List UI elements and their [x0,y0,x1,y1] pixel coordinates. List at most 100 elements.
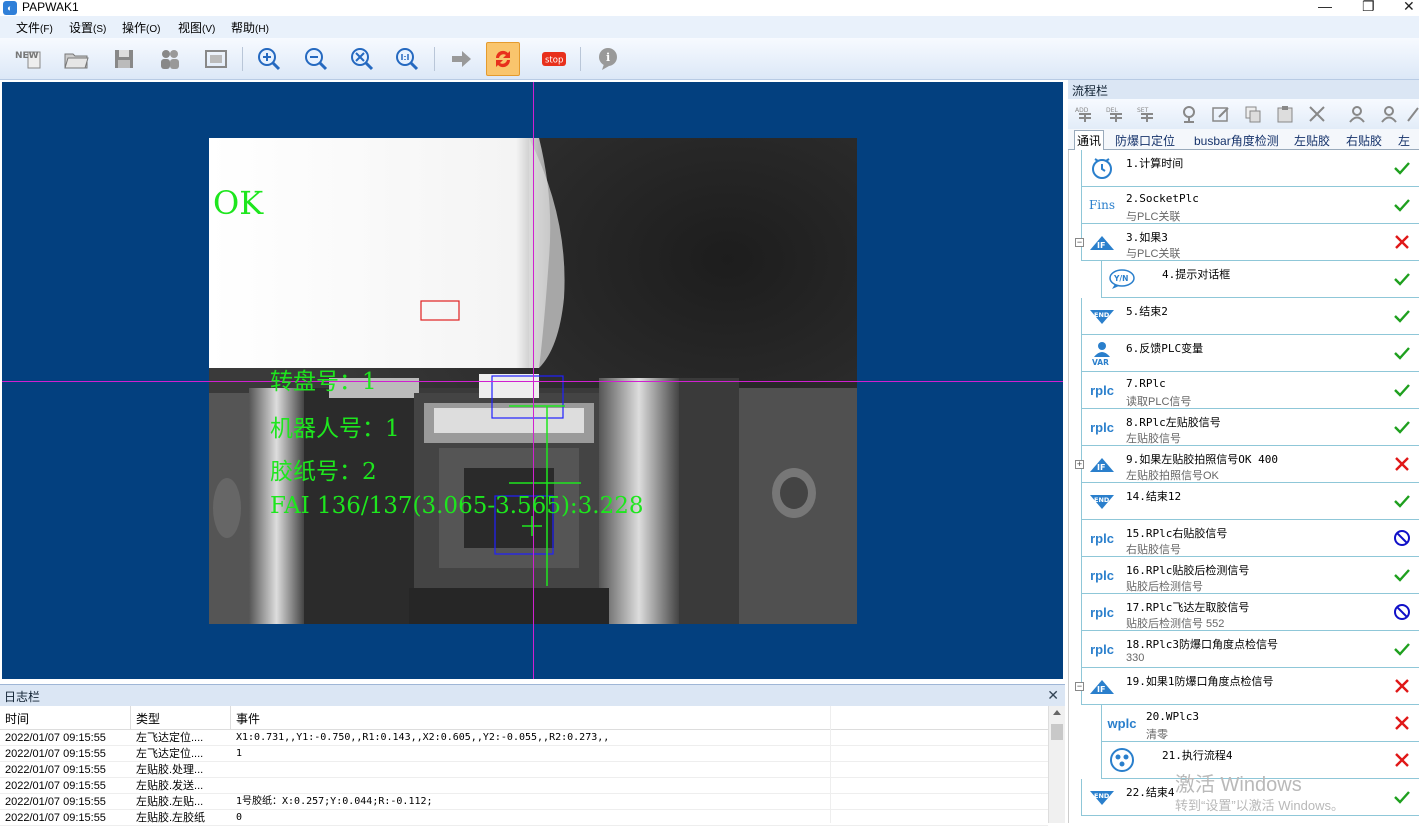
svg-text:IF: IF [1097,685,1105,694]
minimize-icon[interactable]: — [1318,0,1332,14]
screen-button[interactable] [199,42,233,76]
flow-step[interactable]: rplc 15.RPlc右贴胶信号 右贴胶信号 [1081,520,1419,557]
tab-vent-positioning[interactable]: 防爆口定位 [1115,132,1175,149]
flow-step-name: 5.结束2 [1126,305,1168,318]
user-icon [1349,106,1365,123]
zoom-fit-button[interactable] [345,42,379,76]
zoom-out-button[interactable] [299,42,333,76]
tab-busbar-angle[interactable]: busbar角度检测 [1194,132,1279,149]
menu-settings[interactable]: 设置(S) [69,19,106,36]
zoom-actual-button[interactable] [390,42,424,76]
dialog-yn-icon: Y/N [1106,265,1138,293]
flow-step[interactable]: rplc 8.RPlc左贴胶信号 左贴胶信号 [1081,409,1419,446]
menu-operation[interactable]: 操作(O) [122,19,160,36]
flow-step[interactable]: IF 3.如果3 与PLC关联 [1081,224,1419,261]
set-step-button[interactable]: SET [1136,104,1158,124]
log-event: 0 [236,812,243,823]
stop-button[interactable]: stop [537,42,571,76]
log-row[interactable]: 2022/01/07 09:15:55 左飞达定位.... X1:0.731,,Y1… [0,730,1048,746]
tab-right-glue[interactable]: 右贴胶 [1346,132,1382,149]
tab-left-glue[interactable]: 左贴胶 [1294,132,1330,149]
flow-step-name: 9.如果左贴胶拍照信号OK 400 [1126,453,1278,466]
tab-communication[interactable]: 通讯 [1074,130,1105,150]
log-row[interactable]: 2022/01/07 09:15:55 左贴胶.左贴... 1号胶纸：X:0.257… [0,794,1048,810]
tree-expander-icon[interactable]: − [1075,238,1084,247]
add-step-button[interactable]: ADD [1074,104,1096,124]
if-icon: IF [1086,228,1118,256]
edit-button[interactable] [1210,104,1232,124]
delete-step-button[interactable]: DEL [1105,104,1127,124]
log-row[interactable]: 2022/01/07 09:15:55 左飞达定位.... 1 [0,746,1048,762]
flow-step[interactable]: END 14.结束12 [1081,483,1419,520]
flow-step[interactable]: rplc 18.RPlc3防爆口角度点检信号 330 [1081,631,1419,668]
more-tools-button[interactable] [1402,104,1419,124]
flow-step-description: 贴胶后检测信号 552 [1126,618,1225,630]
overlay-tape: 胶纸号：2 [270,459,377,485]
flow-step-name: 2.SocketPlc [1126,192,1199,205]
tab-left-more[interactable]: 左 [1398,132,1419,149]
overlay-fai: FAI 136/137(3.065-3.565):3.228 [270,493,644,519]
flow-step[interactable]: rplc 7.RPlc 读取PLC信号 [1081,372,1419,409]
screen-icon [205,50,227,68]
stop-icon: stop [542,52,566,66]
tree-expander-icon[interactable]: − [1075,682,1084,691]
flow-step[interactable]: Fins 2.SocketPlc 与PLC关联 [1081,187,1419,224]
log-time: 2022/01/07 09:15:55 [5,812,106,824]
tree-expander-icon[interactable]: + [1075,460,1084,469]
log-close-icon[interactable]: ✕ [1047,687,1059,704]
users-button[interactable] [153,42,187,76]
svg-text:END: END [1094,496,1110,504]
info-button[interactable]: i [591,42,625,76]
flow-step[interactable]: rplc 17.RPlc飞达左取胶信号 贴胶后检测信号 552 [1081,594,1419,631]
menu-help[interactable]: 帮助(H) [231,19,269,36]
flow-tabs: 通讯 防爆口定位 busbar角度检测 左贴胶 右贴胶 左 [1068,129,1419,150]
flow-step[interactable]: rplc 16.RPlc贴胶后检测信号 贴胶后检测信号 [1081,557,1419,594]
zoom-in-button[interactable] [252,42,286,76]
open-folder-button[interactable] [60,42,94,76]
flow-step[interactable]: IF 9.如果左贴胶拍照信号OK 400 左贴胶拍照信号OK [1081,446,1419,483]
log-table: 时间 类型 事件 2022/01/07 09:15:55 左飞达定位.... X1:… [0,706,1048,826]
new-file-button[interactable]: NEW [12,42,46,76]
toolbar-separator [580,47,581,71]
save-button[interactable] [107,42,141,76]
cycle-run-button[interactable] [486,42,520,76]
col-event[interactable]: 事件 [236,710,260,727]
log-row[interactable]: 2022/01/07 09:15:55 左贴胶.发送... [0,778,1048,794]
step-icon-text: rplc [1090,530,1114,546]
image-canvas[interactable]: OK 转盘号：1 机器人号：1 胶纸号：2 FAI 136/137(3.065-… [2,82,1063,679]
menu-file[interactable]: 文件(F) [16,19,53,36]
flow-panel-title: 流程栏 [1072,84,1109,98]
run-once-button[interactable] [444,42,478,76]
log-time: 2022/01/07 09:15:55 [5,780,106,792]
flow-step[interactable]: Y/N 4.提示对话框 [1101,261,1419,298]
status-ok-icon [1393,492,1411,510]
flow-step[interactable]: IF 19.如果1防爆口角度点检信号 [1081,668,1419,705]
scroll-up-icon[interactable] [1053,710,1061,715]
scroll-thumb[interactable] [1051,724,1063,740]
svg-text:stop: stop [545,56,563,66]
col-type[interactable]: 类型 [136,710,160,727]
status-ok-icon [1393,418,1411,436]
flow-step-name: 7.RPlc [1126,377,1166,390]
log-time: 2022/01/07 09:15:55 [5,748,106,760]
flow-step[interactable]: END 5.结束2 [1081,298,1419,335]
log-scrollbar[interactable] [1048,706,1065,823]
paste-button[interactable] [1274,104,1296,124]
close-icon[interactable]: ✕ [1403,0,1415,14]
copy-icon [1245,106,1261,123]
menu-view[interactable]: 视图(V) [178,19,215,36]
col-time[interactable]: 时间 [5,710,29,727]
log-row[interactable]: 2022/01/07 09:15:55 左贴胶.左胶纸 0 [0,810,1048,826]
copy-button[interactable] [1242,104,1264,124]
status-ok-icon [1393,270,1411,288]
flow-step[interactable]: 1.计算时间 [1081,150,1419,187]
user-button[interactable] [1346,104,1368,124]
flow-step[interactable]: wplc 20.WPlc3 清零 [1101,705,1419,742]
flow-step[interactable]: VAR 6.反馈PLC变量 [1081,335,1419,372]
network-button[interactable] [1178,104,1200,124]
user-switch-button[interactable] [1378,104,1400,124]
log-row[interactable]: 2022/01/07 09:15:55 左贴胶.处理... [0,762,1048,778]
restore-icon[interactable]: ❐ [1362,0,1375,14]
step-icon-text: wplc [1107,715,1137,731]
cut-button[interactable] [1306,104,1328,124]
